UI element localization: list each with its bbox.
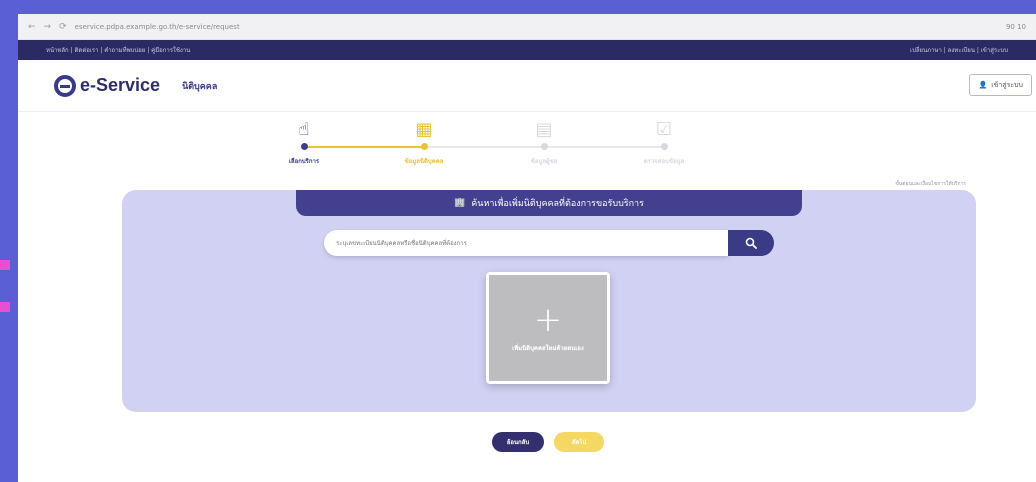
url-field[interactable]: eservice.pdpa.example.go.th/e-service/re… bbox=[75, 23, 998, 31]
top-nav-strip: หน้าหลัก | ติดต่อเรา | คำถามที่พบบ่อย | … bbox=[18, 40, 1036, 60]
browser-window: ← → ⟳ eservice.pdpa.example.go.th/e-serv… bbox=[18, 14, 1036, 482]
building-icon: ▦ bbox=[415, 119, 433, 140]
step-entity-info: ▦ ข้อมูลนิติบุคคล bbox=[364, 118, 484, 166]
step-select-service: ☝ เลือกบริการ bbox=[244, 118, 364, 166]
back-nav-icon[interactable]: ← bbox=[28, 22, 36, 32]
plus-icon: + bbox=[533, 300, 563, 340]
document-icon: ▤ bbox=[535, 119, 553, 140]
top-nav-left[interactable]: หน้าหลัก | ติดต่อเรา | คำถามที่พบบ่อย | … bbox=[46, 45, 190, 55]
add-entity-label: เพิ่มนิติบุคคลใหม่ด้วยตนเอง bbox=[512, 345, 584, 352]
search-panel: 🏢 ค้นหาเพื่อเพิ่มนิติบุคคลที่ต้องการขอรั… bbox=[122, 190, 976, 412]
e-logo-icon bbox=[54, 74, 76, 97]
step-label: ข้อมูลผู้ขอ bbox=[530, 158, 558, 165]
step-label: ข้อมูลนิติบุคคล bbox=[404, 158, 444, 165]
check-document-icon: ☑ bbox=[655, 119, 673, 140]
step-dot bbox=[420, 143, 428, 150]
header-subtitle: นิติบุคคล bbox=[182, 81, 218, 92]
next-button[interactable]: ถัดไป bbox=[554, 432, 604, 452]
user-icon: 👤 bbox=[978, 81, 988, 89]
step-dot bbox=[540, 143, 548, 150]
browser-address-bar: ← → ⟳ eservice.pdpa.example.go.th/e-serv… bbox=[18, 14, 1036, 40]
top-nav-right[interactable]: เปลี่ยนภาษา | ลงทะเบียน | เข้าสู่ระบบ bbox=[910, 45, 1008, 55]
progress-stepper: ☝ เลือกบริการ ▦ ข้อมูลนิติบุคคล ▤ ข้อมูล… bbox=[18, 118, 1036, 178]
step-dot bbox=[660, 143, 668, 150]
browser-extensions[interactable]: 90 10 bbox=[1006, 23, 1026, 31]
panel-title: ค้นหาเพื่อเพิ่มนิติบุคคลที่ต้องการขอรับบ… bbox=[471, 199, 644, 209]
step-label: เลือกบริการ bbox=[288, 158, 320, 165]
step-dot bbox=[300, 143, 308, 150]
site-header: e-Service นิติบุคคล 👤 เข้าสู่ระบบ bbox=[18, 60, 1036, 112]
login-label: เข้าสู่ระบบ bbox=[991, 80, 1023, 89]
search-button[interactable] bbox=[728, 230, 774, 256]
login-button[interactable]: 👤 เข้าสู่ระบบ bbox=[969, 74, 1032, 96]
step-label: ตรวจสอบข้อมูล bbox=[643, 158, 685, 165]
reload-icon[interactable]: ⟳ bbox=[59, 22, 67, 32]
company-search-icon: 🏢 bbox=[454, 198, 466, 208]
panel-header: 🏢 ค้นหาเพื่อเพิ่มนิติบุคคลที่ต้องการขอรั… bbox=[296, 190, 802, 216]
search-bar bbox=[324, 230, 774, 256]
logo-text: e-Service bbox=[80, 75, 161, 95]
terms-link[interactable]: ขั้นตอนและเงื่อนไขการให้บริการ bbox=[895, 180, 966, 188]
back-button[interactable]: ย้อนกลับ bbox=[492, 432, 544, 452]
logo[interactable]: e-Service นิติบุคคล bbox=[54, 74, 218, 97]
hand-pointer-icon: ☝ bbox=[298, 119, 310, 140]
step-applicant-info: ▤ ข้อมูลผู้ขอ bbox=[484, 118, 604, 166]
add-entity-card[interactable]: + เพิ่มนิติบุคคลใหม่ด้วยตนเอง bbox=[486, 272, 610, 384]
step-review: ☑ ตรวจสอบข้อมูล bbox=[604, 118, 724, 166]
search-icon bbox=[745, 237, 757, 249]
left-marker-2 bbox=[0, 302, 10, 312]
left-marker-1 bbox=[0, 260, 10, 270]
entity-search-input[interactable] bbox=[324, 230, 728, 256]
forward-nav-icon[interactable]: → bbox=[44, 22, 52, 32]
